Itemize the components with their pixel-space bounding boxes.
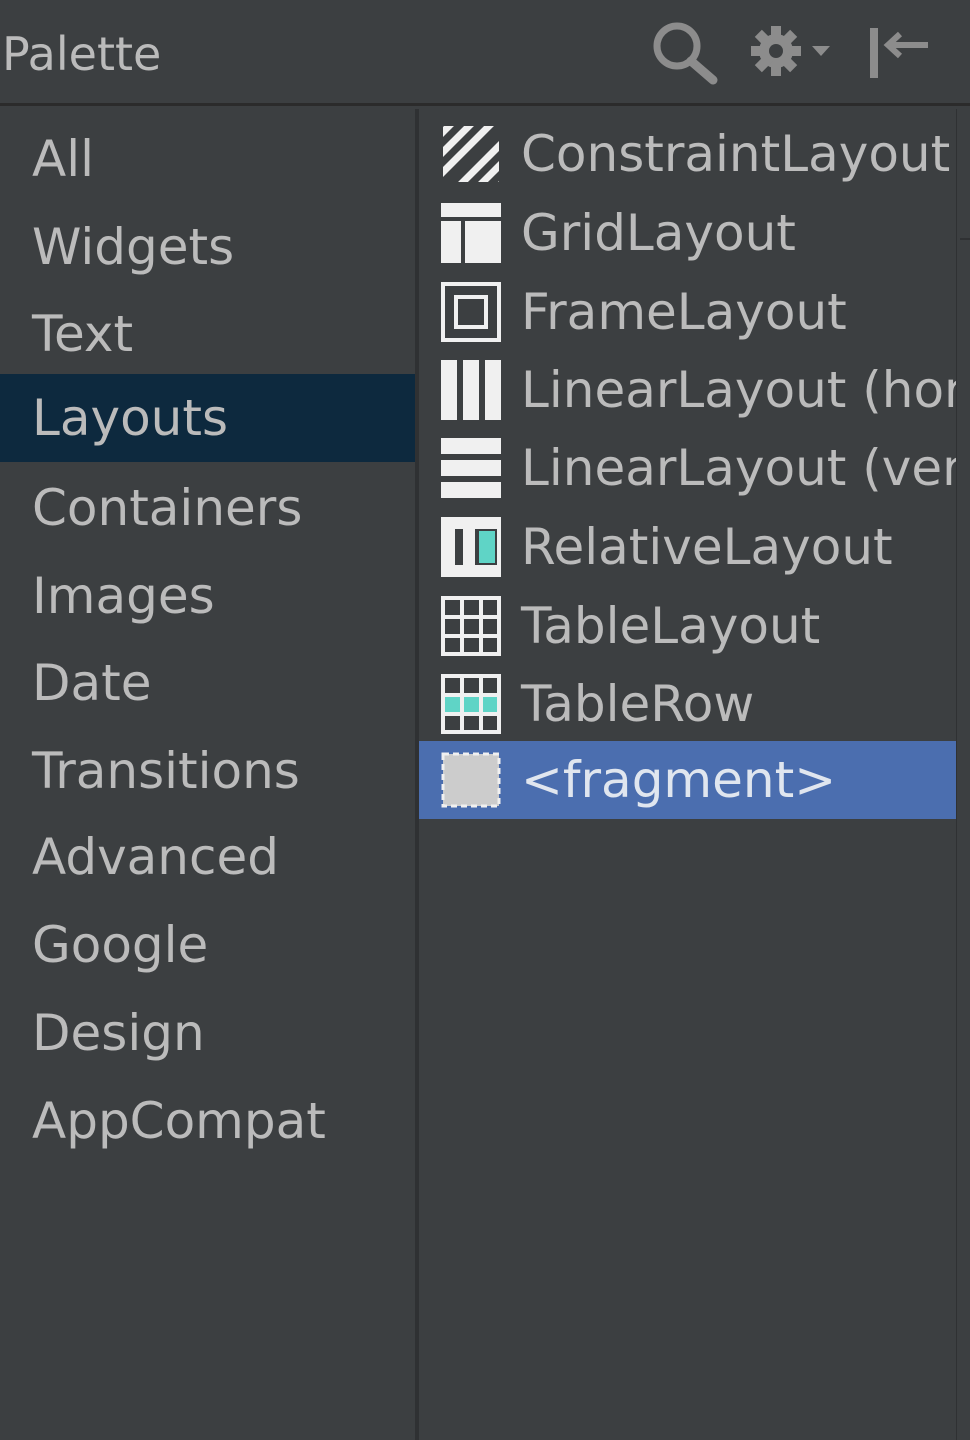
grid-layout-icon	[441, 203, 501, 263]
table-layout-icon	[441, 596, 501, 656]
component-label: RelativeLayout	[521, 518, 893, 576]
category-label: Date	[32, 654, 152, 712]
category-item-advanced[interactable]: Advanced	[0, 813, 415, 901]
category-label: AppCompat	[32, 1092, 326, 1150]
component-item-relativelayout[interactable]: RelativeLayout	[419, 508, 956, 586]
settings-button[interactable]	[748, 20, 838, 86]
fragment-icon	[441, 752, 501, 808]
component-item-gridlayout[interactable]: GridLayout	[419, 194, 956, 272]
category-label: All	[32, 130, 94, 188]
category-list: All Widgets Text Layouts Containers Imag…	[0, 109, 415, 1440]
palette-panel: Palette All Widgets Text Layouts Contain…	[0, 0, 970, 1440]
component-item-framelayout[interactable]: FrameLayout	[419, 273, 956, 351]
component-label: FrameLayout	[521, 283, 847, 341]
gear-icon	[751, 26, 830, 76]
search-icon	[653, 22, 718, 85]
search-button[interactable]	[644, 20, 724, 86]
component-label: GridLayout	[521, 204, 796, 262]
category-item-date[interactable]: Date	[0, 639, 415, 727]
table-row-icon	[441, 674, 501, 734]
component-item-linearlayout-vertical[interactable]: LinearLayout (verti	[419, 429, 956, 507]
component-label: LinearLayout (horiz	[521, 361, 956, 419]
linear-vertical-icon	[441, 438, 501, 498]
component-label: <fragment>	[521, 751, 837, 809]
palette-header: Palette	[0, 0, 970, 106]
category-label: Text	[32, 305, 134, 363]
category-label: Design	[32, 1004, 205, 1062]
category-item-transitions[interactable]: Transitions	[0, 727, 415, 815]
component-item-fragment[interactable]: <fragment>	[419, 741, 956, 819]
frame-layout-icon	[441, 282, 501, 342]
component-list: ConstraintLayout GridLayout FrameLayout	[419, 109, 956, 1440]
component-item-constraintlayout[interactable]: ConstraintLayout	[419, 115, 956, 193]
component-item-linearlayout-horizontal[interactable]: LinearLayout (horiz	[419, 351, 956, 429]
collapse-panel-button[interactable]	[864, 20, 934, 86]
component-item-tablerow[interactable]: TableRow	[419, 665, 956, 743]
category-label: Transitions	[32, 742, 300, 800]
category-label: Containers	[32, 479, 303, 537]
constraint-layout-icon	[443, 126, 499, 182]
component-label: TableLayout	[521, 597, 821, 655]
collapse-left-icon	[870, 28, 928, 78]
category-item-appcompat[interactable]: AppCompat	[0, 1077, 415, 1165]
component-label: TableRow	[521, 675, 755, 733]
category-label: Widgets	[32, 218, 235, 276]
category-item-widgets[interactable]: Widgets	[0, 203, 415, 291]
category-item-layouts[interactable]: Layouts	[0, 374, 415, 462]
linear-horizontal-icon	[441, 360, 501, 420]
category-item-text[interactable]: Text	[0, 290, 415, 378]
panel-title: Palette	[2, 27, 162, 81]
component-label: ConstraintLayout	[521, 125, 951, 183]
category-item-design[interactable]: Design	[0, 989, 415, 1077]
category-item-containers[interactable]: Containers	[0, 464, 415, 552]
preview-edge	[956, 109, 970, 1440]
category-label: Layouts	[32, 389, 229, 447]
component-label: LinearLayout (verti	[521, 439, 956, 497]
preview-edge-divider	[960, 238, 970, 240]
category-item-all[interactable]: All	[0, 115, 415, 203]
category-label: Images	[32, 567, 215, 625]
category-item-images[interactable]: Images	[0, 552, 415, 640]
category-label: Advanced	[32, 828, 279, 886]
category-label: Google	[32, 916, 209, 974]
category-item-google[interactable]: Google	[0, 901, 415, 989]
relative-layout-icon	[441, 517, 501, 577]
component-item-tablelayout[interactable]: TableLayout	[419, 587, 956, 665]
